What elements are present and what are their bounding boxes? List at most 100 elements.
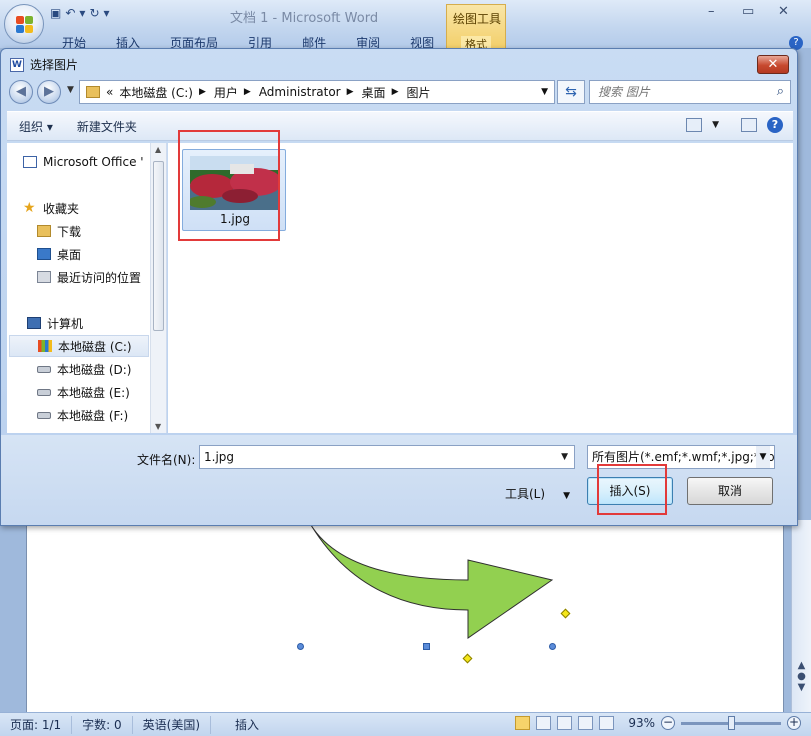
search-box[interactable]: ⌕ xyxy=(589,80,791,104)
nav-item-drive-e[interactable]: 本地磁盘 (E:) xyxy=(37,381,166,403)
breadcrumb-pictures[interactable]: 图片 xyxy=(406,84,430,101)
command-bar: 组织 ▾ 新建文件夹 ▼ ? xyxy=(7,111,793,141)
nav-item-downloads[interactable]: 下载 xyxy=(37,220,166,242)
forward-button[interactable]: ▶ xyxy=(37,80,61,104)
outline-view-icon[interactable] xyxy=(578,716,594,730)
filename-label: 文件名(N): xyxy=(137,453,196,467)
change-view-icon[interactable] xyxy=(686,118,703,132)
recent-places-icon xyxy=(37,271,51,283)
undo-icon[interactable]: ↶ xyxy=(65,6,75,20)
organize-menu[interactable]: 组织 ▾ xyxy=(7,118,65,135)
tools-dropdown-icon[interactable]: ▼ xyxy=(563,491,570,501)
word-count[interactable]: 字数: 0 xyxy=(72,715,133,734)
document-vertical-scrollbar[interactable]: ▲ ● ▼ xyxy=(791,520,811,712)
nav-item-drive-f[interactable]: 本地磁盘 (F:) xyxy=(37,404,166,426)
nav-item-microsoft-office[interactable]: Microsoft Office ' xyxy=(23,151,165,173)
help-icon[interactable]: ? xyxy=(767,117,783,133)
breadcrumb-desktop[interactable]: 桌面 xyxy=(362,84,386,101)
nav-item-drive-c[interactable]: 本地磁盘 (C:) xyxy=(9,335,149,357)
maximize-button[interactable]: ▭ xyxy=(742,4,754,19)
zoom-in-icon[interactable]: + xyxy=(787,716,801,730)
nav-item-drive-d[interactable]: 本地磁盘 (D:) xyxy=(37,358,166,380)
scroll-up-icon[interactable]: ▲ xyxy=(792,660,811,671)
resize-handle[interactable] xyxy=(549,643,556,650)
breadcrumb-administrator[interactable]: Administrator xyxy=(259,85,341,99)
dialog-close-button[interactable]: ✕ xyxy=(757,55,789,74)
filename-dropdown-icon[interactable]: ▼ xyxy=(561,452,568,462)
zoom-slider[interactable] xyxy=(681,715,781,730)
address-bar[interactable]: « 本地磁盘 (C:) ▶ 用户 ▶ Administrator ▶ 桌面 ▶ … xyxy=(79,80,555,104)
refresh-button[interactable]: ⇆ xyxy=(557,80,585,104)
arrow-shape-path xyxy=(307,520,554,639)
breadcrumb-users[interactable]: 用户 xyxy=(214,84,238,101)
breadcrumb-separator-icon[interactable]: ▶ xyxy=(244,87,251,97)
nav-item-label: 计算机 xyxy=(47,316,84,331)
breadcrumb-separator-icon[interactable]: ▶ xyxy=(199,87,206,97)
dropdown-icon[interactable]: ▾ xyxy=(79,6,85,20)
language-indicator[interactable]: 英语(美国) xyxy=(133,715,212,734)
nav-item-computer[interactable]: 计算机 xyxy=(27,312,166,334)
browse-object-icon[interactable]: ● xyxy=(792,671,811,682)
context-tab-group-label: 绘图工具 xyxy=(453,12,502,26)
filter-dropdown-icon[interactable]: ▼ xyxy=(756,446,770,468)
quick-access-toolbar: ▣ ↶ ▾ ↻ ▾ xyxy=(50,6,110,20)
zoom-level[interactable]: 93% xyxy=(628,716,655,730)
minimize-button[interactable]: – xyxy=(708,4,715,19)
recent-pages-dropdown-icon[interactable]: ▼ xyxy=(67,85,74,95)
customize-qat-icon[interactable]: ▾ xyxy=(104,6,110,20)
new-folder-button[interactable]: 新建文件夹 xyxy=(65,118,149,135)
drawing-tools-context: 绘图工具 格式 xyxy=(446,4,506,52)
full-screen-reading-icon[interactable] xyxy=(536,716,552,730)
web-layout-icon[interactable] xyxy=(557,716,573,730)
filename-input[interactable] xyxy=(200,446,540,468)
tools-label: 工具(L) xyxy=(505,487,546,501)
curved-arrow-shape[interactable] xyxy=(300,520,570,650)
office-button[interactable] xyxy=(4,4,44,44)
page-count[interactable]: 页面: 1/1 xyxy=(0,715,73,734)
scroll-up-icon[interactable]: ▲ xyxy=(155,145,161,154)
zoom-out-icon[interactable]: − xyxy=(661,716,675,730)
cancel-button[interactable]: 取消 xyxy=(687,477,773,505)
preview-pane-icon[interactable] xyxy=(741,118,757,132)
insert-mode[interactable]: 插入 xyxy=(225,716,269,734)
nav-item-favorites[interactable]: ★ 收藏夹 xyxy=(23,197,165,219)
view-dropdown-icon[interactable]: ▼ xyxy=(712,120,719,130)
print-layout-view-icon[interactable] xyxy=(515,716,531,730)
breadcrumb-overflow[interactable]: « xyxy=(106,85,113,99)
redo-icon[interactable]: ↻ xyxy=(89,6,99,20)
scroll-down-icon[interactable]: ▼ xyxy=(792,682,811,693)
drive-icon xyxy=(37,411,51,419)
breadcrumb-separator-icon[interactable]: ▶ xyxy=(392,87,399,97)
search-icon[interactable]: ⌕ xyxy=(777,84,784,99)
tools-menu[interactable]: 工具(L) ▼ xyxy=(505,485,570,502)
zoom-slider-thumb[interactable] xyxy=(728,715,735,730)
breadcrumb-drive-c[interactable]: 本地磁盘 (C:) xyxy=(119,84,193,101)
search-input[interactable] xyxy=(590,81,760,103)
nav-item-label: 本地磁盘 (E:) xyxy=(57,385,130,400)
scroll-down-icon[interactable]: ▼ xyxy=(155,422,161,431)
nav-item-label: 收藏夹 xyxy=(43,201,80,216)
save-icon[interactable]: ▣ xyxy=(50,6,61,20)
breadcrumb-separator-icon[interactable]: ▶ xyxy=(347,87,354,97)
office-logo-icon xyxy=(16,16,34,34)
highlight-file-box xyxy=(178,130,280,241)
address-dropdown-icon[interactable]: ▼ xyxy=(541,87,548,97)
folder-icon xyxy=(86,86,100,98)
nav-item-label: 桌面 xyxy=(57,247,82,262)
draft-view-icon[interactable] xyxy=(599,716,615,730)
back-button[interactable]: ◀ xyxy=(9,80,33,104)
scroll-thumb[interactable] xyxy=(153,161,164,331)
close-window-button[interactable]: ✕ xyxy=(778,4,789,19)
view-zoom-controls: 93% − + xyxy=(515,715,801,730)
nav-pane-scrollbar[interactable]: ▲ ▼ xyxy=(150,143,166,433)
nav-item-label: 本地磁盘 (C:) xyxy=(58,339,132,354)
view-options: ▼ ? xyxy=(686,117,783,133)
nav-item-label: 下载 xyxy=(57,224,82,239)
resize-handle[interactable] xyxy=(297,643,304,650)
nav-item-recent-places[interactable]: 最近访问的位置 xyxy=(37,266,166,288)
filename-combobox[interactable]: ▼ xyxy=(199,445,575,469)
resize-handle[interactable] xyxy=(423,643,430,650)
nav-item-desktop[interactable]: 桌面 xyxy=(37,243,166,265)
star-icon: ★ xyxy=(23,200,36,216)
nav-item-label: 本地磁盘 (D:) xyxy=(57,362,132,377)
